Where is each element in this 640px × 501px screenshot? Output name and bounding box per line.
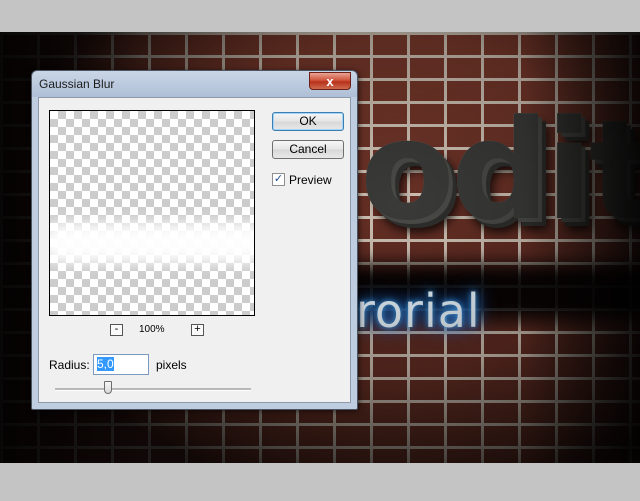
preview-label[interactable]: Preview [289,173,332,187]
checkmark-icon: ✓ [273,173,284,185]
radius-slider-thumb[interactable] [103,381,112,394]
radius-input[interactable]: 5,0 [93,354,149,375]
close-button[interactable]: x [309,72,351,90]
zoom-level: 100% [139,324,165,335]
workspace-background [0,463,640,501]
radius-slider-track[interactable] [55,388,251,391]
cancel-button[interactable]: Cancel [272,140,344,159]
gaussian-blur-dialog: Gaussian Blur x - 100% + OK Cancel ✓ Pre… [31,70,358,410]
blur-preview-pane[interactable] [49,110,255,316]
radius-value: 5,0 [97,357,114,371]
preview-checkbox[interactable]: ✓ [272,173,285,186]
zoom-in-button[interactable]: + [191,324,204,336]
close-icon: x [326,74,334,89]
ok-button[interactable]: OK [272,112,344,131]
dialog-titlebar[interactable]: Gaussian Blur x [32,71,357,97]
zoom-out-button[interactable]: - [110,324,123,336]
pixels-unit-label: pixels [156,358,187,372]
dialog-title: Gaussian Blur [39,77,115,91]
dialog-body: - 100% + OK Cancel ✓ Preview Radius: 5,0… [38,97,351,403]
radius-label: Radius: [49,358,90,372]
blurred-preview-content [50,223,254,263]
